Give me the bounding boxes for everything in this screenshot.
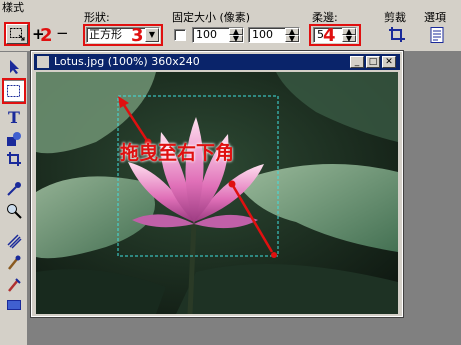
drag-instruction: 拖曳至右下角 [120,142,235,164]
eyedropper-tool[interactable] [3,178,25,200]
feather-label: 柔邊: [312,11,338,24]
zoom-icon [7,204,22,219]
close-button[interactable]: ✕ [382,56,396,68]
height-field[interactable]: 100 ▲ ▼ [248,27,300,43]
minimize-button[interactable]: _ [350,56,364,68]
image-window: Lotus.jpg (100%) 360x240 _ □ ✕ [30,50,404,318]
shape-tool[interactable] [3,128,25,150]
lotus-photo[interactable] [36,72,398,314]
eyedropper-icon [7,182,21,196]
fixed-size-label: 固定大小 (像素) [172,11,251,24]
lotus-image [36,72,398,314]
step-2-number: 2 [40,25,53,46]
clone-tool[interactable] [3,230,25,252]
step-4-number: 4 [323,25,336,46]
height-down-icon[interactable]: ▼ [285,34,299,42]
options-icon [430,27,444,43]
image-window-titlebar[interactable]: Lotus.jpg (100%) 360x240 _ □ ✕ [34,54,400,70]
brush-tool[interactable] [3,252,25,274]
retouch-icon [8,278,21,292]
options-bar: 樣式 + − 形狀: 正方形 ▼ 固定大小 (像素) 100 ▲ ▼ 100 ▲… [0,0,461,52]
brush-icon [8,255,21,270]
options-label: 選項 [424,11,446,24]
retouch-tool[interactable] [3,274,25,296]
step-3-number: 3 [131,25,144,46]
crop-label: 剪裁 [384,11,406,24]
rectangle-icon [7,300,21,310]
zoom-tool[interactable] [3,200,25,222]
crop-tool-icon [7,152,21,166]
text-tool[interactable]: T [3,106,25,128]
subtract-mode-button[interactable]: − [56,26,69,41]
text-icon: T [8,107,20,127]
step-3-highlight [83,24,163,46]
toolbox-step-highlight [2,78,26,104]
height-value: 100 [252,28,273,41]
fixed-size-checkbox[interactable] [174,29,186,41]
crop-button[interactable] [388,26,406,44]
arrow-tool[interactable] [3,56,25,78]
arrow-icon [10,60,19,74]
clone-icon [7,234,22,249]
width-value: 100 [196,28,217,41]
shape-label: 形狀: [84,11,110,24]
crop-tool[interactable] [3,148,25,170]
step-1-highlight [4,22,30,46]
window-title: Lotus.jpg (100%) 360x240 [54,55,200,68]
rectangle-tool[interactable] [3,294,25,316]
maximize-button[interactable]: □ [366,56,380,68]
document-icon [37,56,49,68]
toolbox: 1 T [0,52,47,345]
width-field[interactable]: 100 ▲ ▼ [192,27,244,43]
shape-icon [7,132,21,146]
options-button[interactable] [428,26,446,44]
width-down-icon[interactable]: ▼ [229,34,243,42]
mode-label: 樣式 [2,1,24,14]
crop-icon [389,27,405,42]
